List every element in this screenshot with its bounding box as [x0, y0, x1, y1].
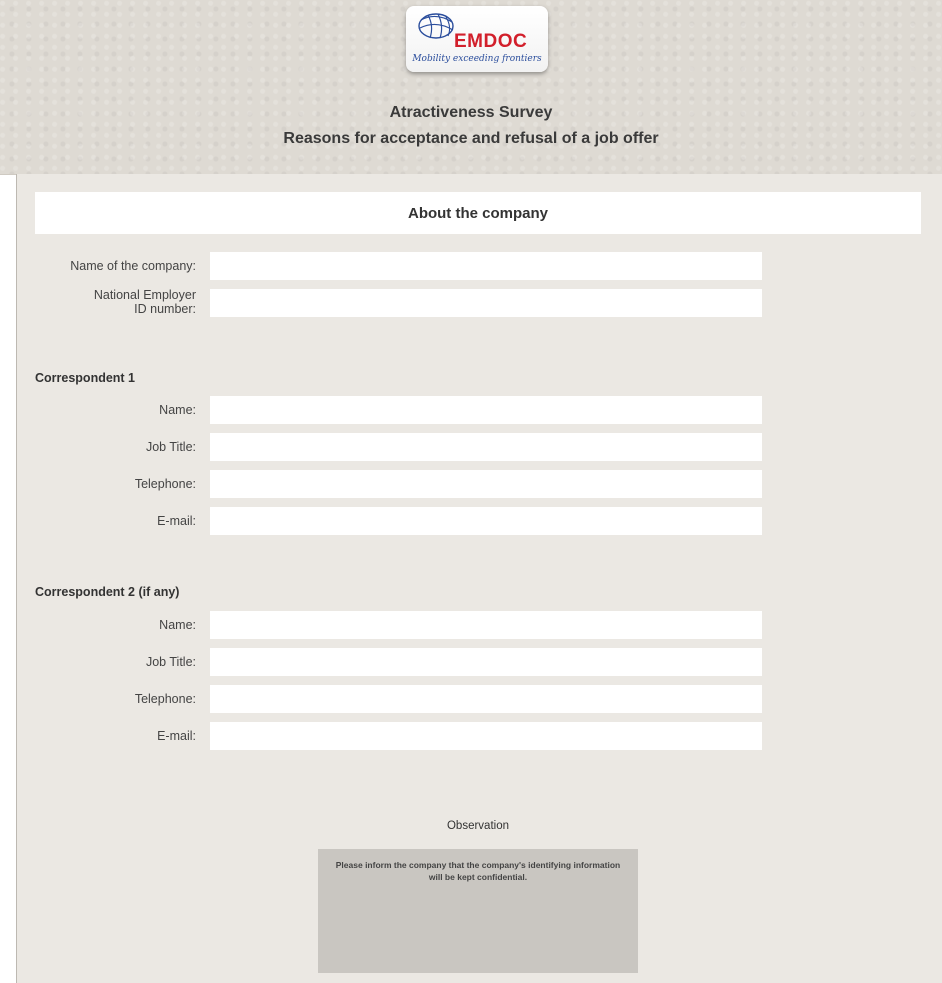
page-title: Atractiveness Survey: [389, 104, 553, 121]
c2-phone-input[interactable]: [210, 685, 762, 713]
c1-job-label: Job Title:: [145, 440, 196, 454]
brand-tagline: Mobility exceeding frontiers: [412, 54, 542, 64]
c1-name-input[interactable]: [210, 396, 762, 424]
c1-phone-label: Telephone:: [134, 477, 196, 491]
page-subtitle: Reasons for acceptance and refusal of a …: [283, 130, 659, 147]
employer-id-label-line1: National Employer: [93, 288, 196, 302]
company-name-input[interactable]: [210, 252, 762, 280]
employer-id-label: National Employer ID number:: [94, 288, 196, 316]
observation-title: Observation: [446, 820, 509, 832]
page-header: EMDOC Mobility exceeding frontiers Atrac…: [0, 0, 942, 175]
c2-email-label: E-mail:: [157, 729, 196, 743]
company-name-label: Name of the company:: [70, 259, 196, 273]
c2-email-input[interactable]: [210, 722, 762, 750]
c1-phone-input[interactable]: [210, 470, 762, 498]
c2-name-input[interactable]: [210, 611, 762, 639]
c2-job-label: Job Title:: [145, 655, 196, 669]
correspondent2-title: Correspondent 2 (if any): [35, 585, 180, 599]
c2-phone-label: Telephone:: [134, 692, 196, 706]
employer-id-label-line2: ID number:: [134, 302, 196, 316]
employer-id-input[interactable]: [210, 289, 762, 317]
c1-email-input[interactable]: [210, 507, 762, 535]
emdoc-logo: EMDOC Mobility exceeding frontiers: [406, 6, 548, 72]
c1-name-label: Name:: [159, 403, 196, 417]
c1-email-label: E-mail:: [157, 514, 196, 528]
correspondent1-title: Correspondent 1: [35, 371, 136, 385]
observation-box: Please inform the company that the compa…: [318, 849, 638, 973]
observation-text: Please inform the company that the compa…: [335, 860, 621, 882]
brand-name: EMDOC: [454, 31, 528, 52]
c2-job-input[interactable]: [210, 648, 762, 676]
c1-job-input[interactable]: [210, 433, 762, 461]
c2-name-label: Name:: [159, 618, 196, 632]
globe-icon: [418, 13, 454, 39]
section-title: About the company: [407, 204, 548, 222]
section-header: About the company: [35, 192, 921, 234]
